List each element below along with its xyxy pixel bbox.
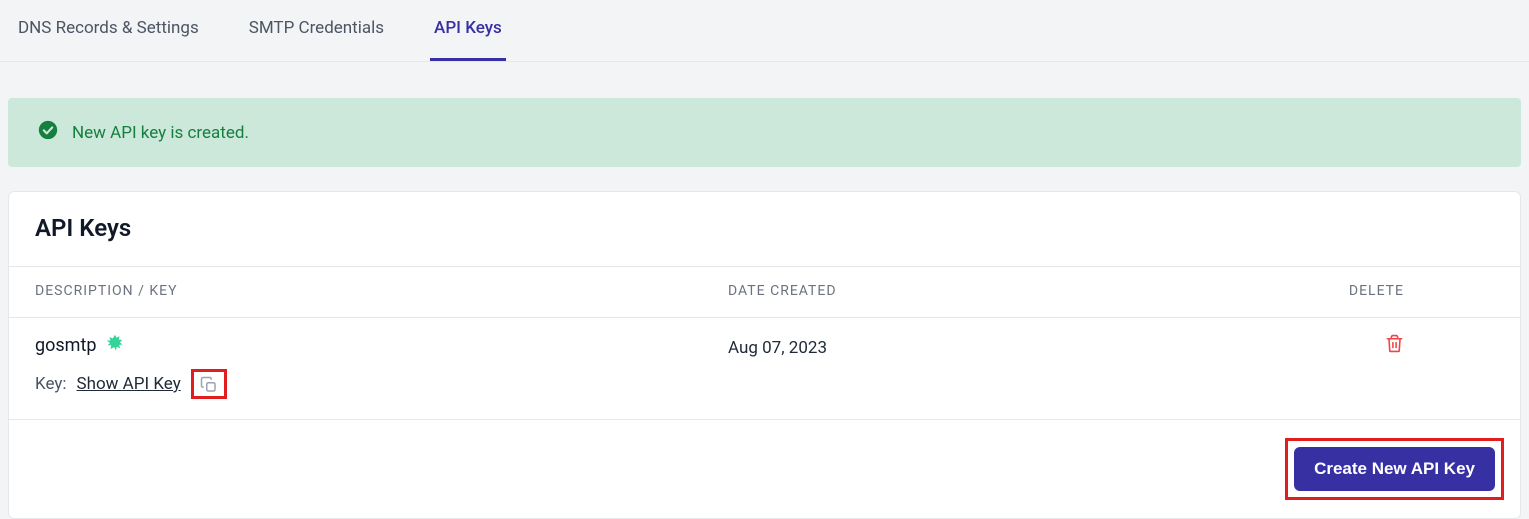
success-alert: New API key is created. bbox=[8, 98, 1521, 167]
tab-smtp[interactable]: SMTP Credentials bbox=[245, 0, 388, 61]
panel-footer: Create New API Key bbox=[9, 420, 1520, 518]
tab-api-keys[interactable]: API Keys bbox=[430, 0, 506, 61]
tab-dns[interactable]: DNS Records & Settings bbox=[14, 0, 203, 61]
tabs: DNS Records & Settings SMTP Credentials … bbox=[0, 0, 1529, 62]
api-keys-panel: API Keys Description / Key Date Created … bbox=[8, 191, 1521, 519]
key-label: Key: bbox=[35, 374, 67, 394]
col-description: Description / Key bbox=[35, 283, 728, 299]
copy-icon[interactable] bbox=[200, 376, 218, 394]
show-api-key-link[interactable]: Show API Key bbox=[77, 374, 181, 394]
panel-title: API Keys bbox=[9, 192, 1520, 266]
key-name: gosmtp bbox=[35, 335, 96, 356]
table-row: gosmtp Key: Show API Key Aug 07, 2023 bbox=[9, 318, 1520, 420]
create-button-highlight: Create New API Key bbox=[1285, 438, 1504, 500]
burst-icon bbox=[106, 334, 124, 357]
col-delete: Delete bbox=[1198, 283, 1494, 299]
alert-text: New API key is created. bbox=[72, 123, 249, 143]
date-created-value: Aug 07, 2023 bbox=[728, 334, 1198, 358]
col-date: Date Created bbox=[728, 283, 1198, 299]
delete-button[interactable] bbox=[1385, 338, 1404, 357]
create-new-api-key-button[interactable]: Create New API Key bbox=[1294, 447, 1495, 491]
copy-highlight bbox=[191, 369, 227, 399]
table-header: Description / Key Date Created Delete bbox=[9, 266, 1520, 318]
check-circle-icon bbox=[38, 120, 58, 145]
